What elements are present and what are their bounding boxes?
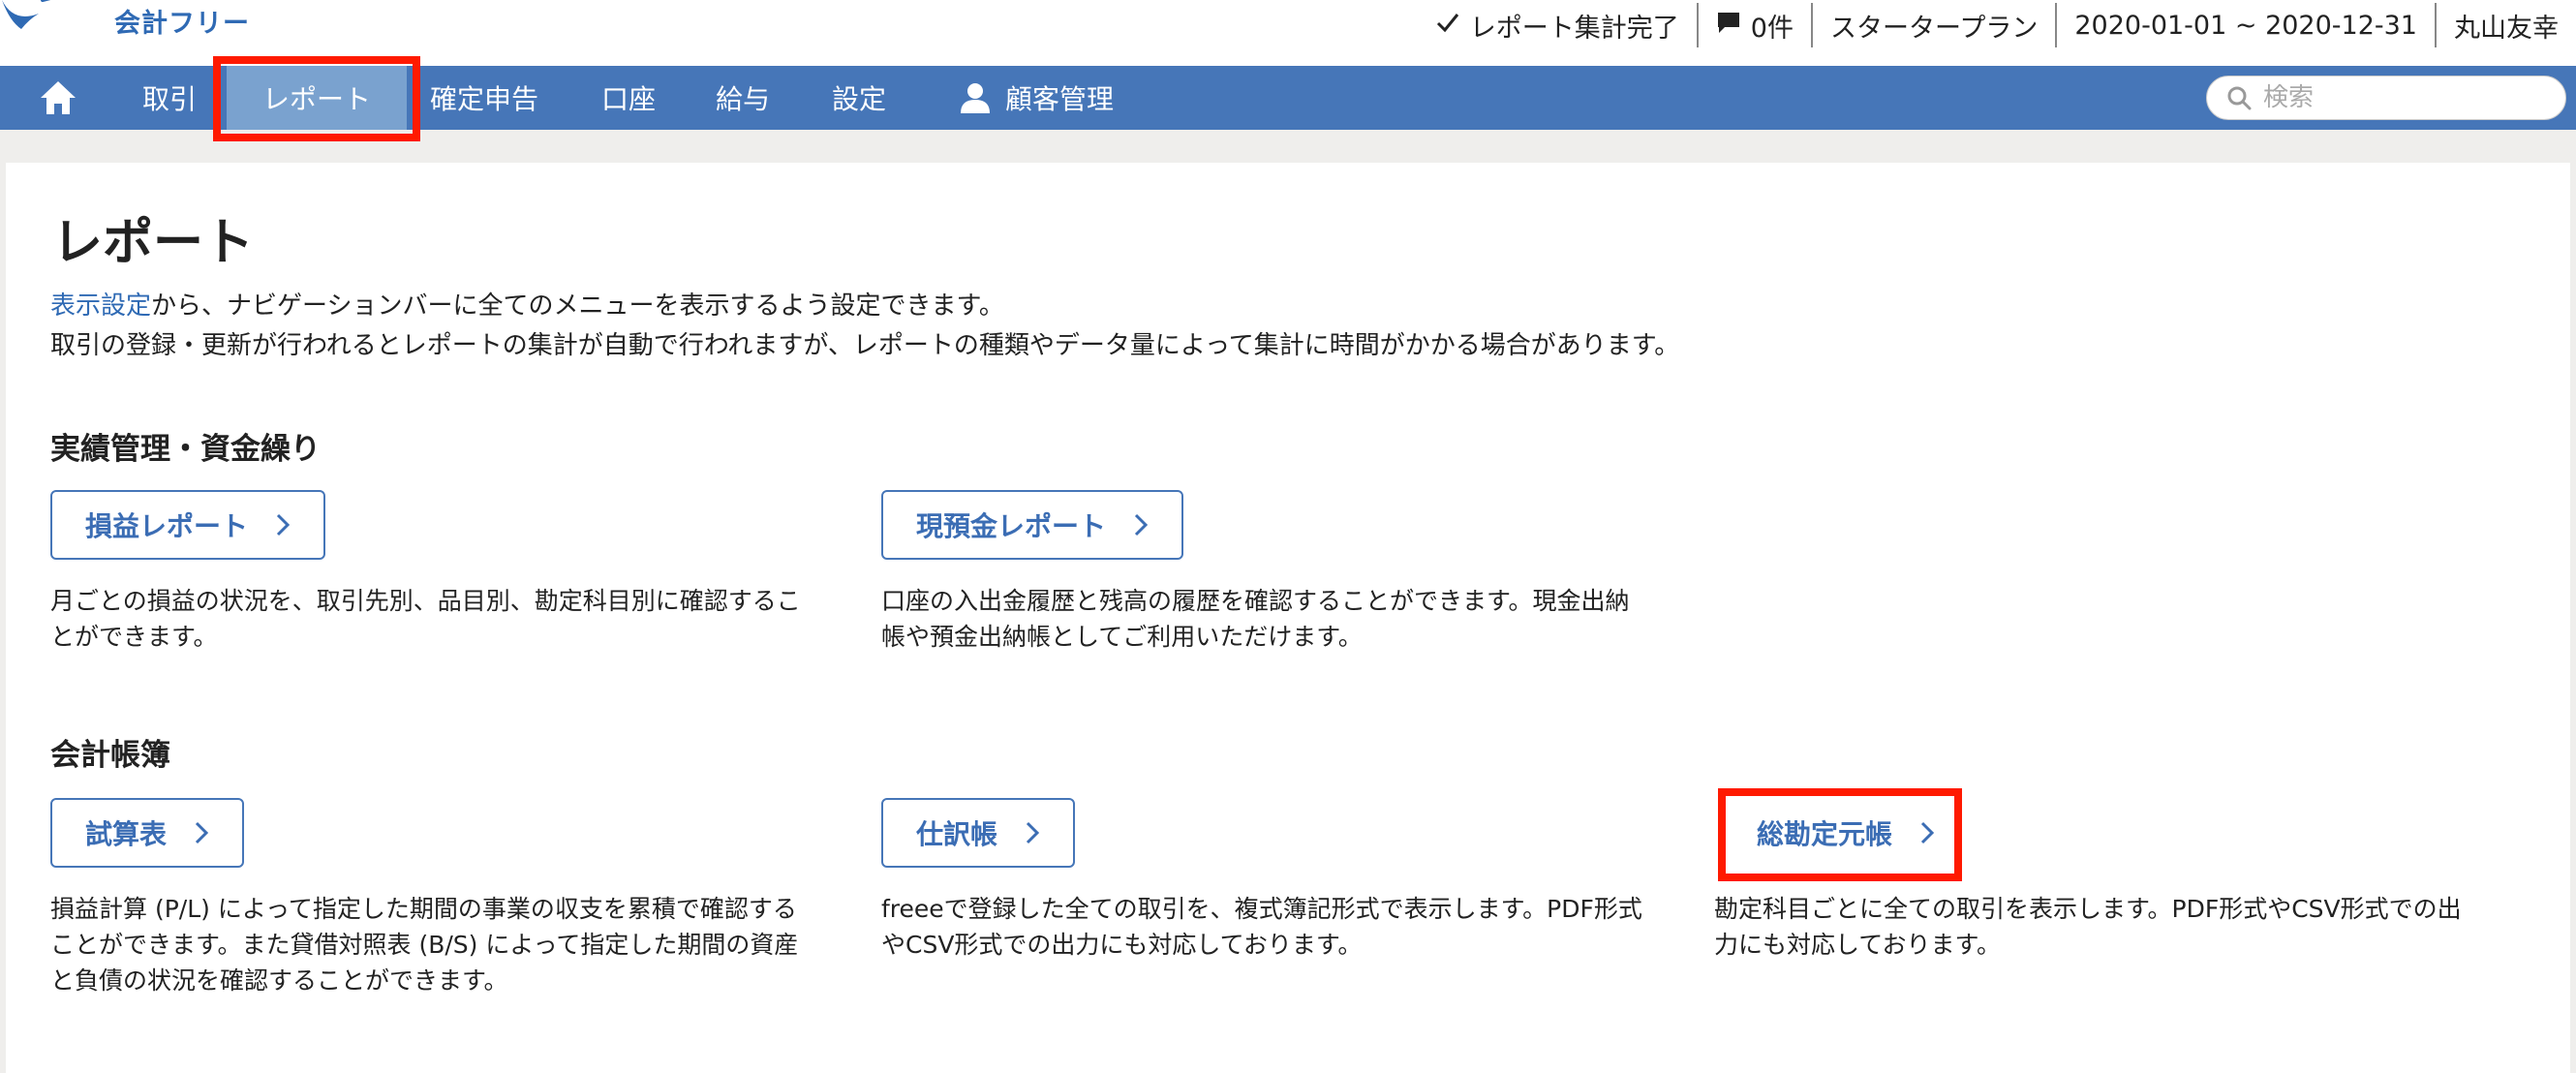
chevron-right-icon bbox=[1025, 820, 1040, 845]
report-status-label: レポート集計完了 bbox=[1469, 13, 1679, 44]
desc-line: 損益計算 (P/L) によって指定した期間の事業の収支を累積で確認する bbox=[50, 895, 797, 923]
search-input[interactable] bbox=[2263, 83, 2554, 112]
desc-line: ことができます。また貸借対照表 (B/S) によって指定した期間の資産 bbox=[50, 931, 799, 959]
nav-item-torihiki[interactable]: 取引 bbox=[126, 66, 213, 130]
journal-label: 仕訳帳 bbox=[916, 818, 998, 850]
nav-item-kakutei-shinkoku[interactable]: 確定申告 bbox=[418, 66, 550, 130]
highlight-box-general-ledger bbox=[1718, 788, 1962, 881]
intro-text: 表示設定から、ナビゲーションバーに全てのメニューを表示するよう設定できます。 取… bbox=[50, 287, 1679, 366]
intro-line1: から、ナビゲーションバーに全てのメニューを表示するよう設定できます。 bbox=[151, 291, 1004, 321]
desc-line: 月ごとの損益の状況を、取引先別、品目別、勘定科目別に確認するこ bbox=[50, 587, 801, 615]
trial-balance-label: 試算表 bbox=[85, 818, 168, 850]
user-name[interactable]: 丸山友幸 bbox=[2435, 3, 2576, 47]
nav-item-kyuyo[interactable]: 給与 bbox=[701, 66, 784, 130]
logo-text[interactable]: 会計フリー bbox=[114, 2, 250, 40]
chevron-right-icon bbox=[1133, 512, 1149, 537]
desc-line: 勘定科目ごとに全ての取引を表示します。PDF形式やCSV形式での出 bbox=[1714, 895, 2462, 923]
message-count: 0件 bbox=[1750, 13, 1794, 44]
journal-desc: freeeで登録した全ての取引を、複式簿記形式で表示します。PDF形式 やCSV… bbox=[881, 891, 1675, 963]
status-bar: レポート集計完了 0件 スタータープラン 2020-01-01 ~ 2020-1… bbox=[1418, 2, 2576, 48]
fiscal-period[interactable]: 2020-01-01 ~ 2020-12-31 bbox=[2055, 3, 2435, 47]
section-title-performance: 実績管理・資金繰り bbox=[50, 432, 321, 467]
trial-balance-button[interactable]: 試算表 bbox=[50, 798, 245, 868]
nav-item-settei[interactable]: 設定 bbox=[817, 66, 901, 130]
desc-line: freeeで登録した全ての取引を、複式簿記形式で表示します。PDF形式 bbox=[881, 895, 1642, 923]
general-ledger-desc: 勘定科目ごとに全ての取引を表示します。PDF形式やCSV形式での出 力にも対応し… bbox=[1714, 891, 2508, 963]
cash-report-label: 現預金レポート bbox=[916, 510, 1107, 542]
section-title-accounting-books: 会計帳簿 bbox=[50, 738, 170, 773]
checkmark-icon bbox=[1435, 10, 1470, 42]
highlight-box-nav-report bbox=[213, 56, 420, 141]
profit-loss-report-desc: 月ごとの損益の状況を、取引先別、品目別、勘定科目別に確認するこ とができます。 bbox=[50, 583, 844, 655]
search-icon bbox=[2226, 85, 2252, 110]
intro-line2: 取引の登録・更新が行われるとレポートの集計が自動で行われますが、レポートの種類や… bbox=[50, 331, 1680, 360]
message-icon bbox=[1716, 10, 1751, 42]
desc-line: やCSV形式での出力にも対応しております。 bbox=[881, 931, 1363, 959]
desc-line: と負債の状況を確認することができます。 bbox=[50, 966, 508, 995]
display-settings-link[interactable]: 表示設定 bbox=[50, 291, 151, 321]
nav-item-koza[interactable]: 口座 bbox=[587, 66, 670, 130]
logo-bird-icon[interactable] bbox=[0, 0, 77, 43]
trial-balance-desc: 損益計算 (P/L) によって指定した期間の事業の収支を累積で確認する ことがで… bbox=[50, 891, 844, 998]
search-field[interactable] bbox=[2206, 76, 2566, 120]
chevron-right-icon bbox=[194, 820, 209, 845]
plan-label[interactable]: スタータープラン bbox=[1810, 3, 2055, 47]
report-status[interactable]: レポート集計完了 bbox=[1418, 2, 1697, 48]
chevron-right-icon bbox=[275, 512, 291, 537]
journal-button[interactable]: 仕訳帳 bbox=[881, 798, 1076, 868]
desc-line: 口座の入出金履歴と残高の履歴を確認することができます。現金出納 bbox=[881, 587, 1630, 615]
person-icon bbox=[959, 81, 992, 114]
desc-line: 帳や預金出納帳としてご利用いただけます。 bbox=[881, 623, 1363, 651]
nav-item-customer-management[interactable]: 顧客管理 bbox=[949, 66, 1123, 130]
desc-line: 力にも対応しております。 bbox=[1714, 931, 2002, 959]
desc-line: とができます。 bbox=[50, 623, 218, 651]
profit-loss-report-button[interactable]: 損益レポート bbox=[50, 490, 326, 560]
page-title: レポート bbox=[52, 214, 255, 272]
nav-item-customer-management-label: 顧客管理 bbox=[1004, 83, 1114, 115]
home-icon[interactable] bbox=[21, 66, 95, 130]
profit-loss-report-label: 損益レポート bbox=[85, 510, 249, 542]
messages-indicator[interactable]: 0件 bbox=[1696, 3, 1811, 47]
cash-report-button[interactable]: 現預金レポート bbox=[881, 490, 1184, 560]
cash-report-desc: 口座の入出金履歴と残高の履歴を確認することができます。現金出納 帳や預金出納帳と… bbox=[881, 583, 1675, 655]
main-panel: レポート 表示設定から、ナビゲーションバーに全てのメニューを表示するよう設定でき… bbox=[6, 163, 2570, 1073]
